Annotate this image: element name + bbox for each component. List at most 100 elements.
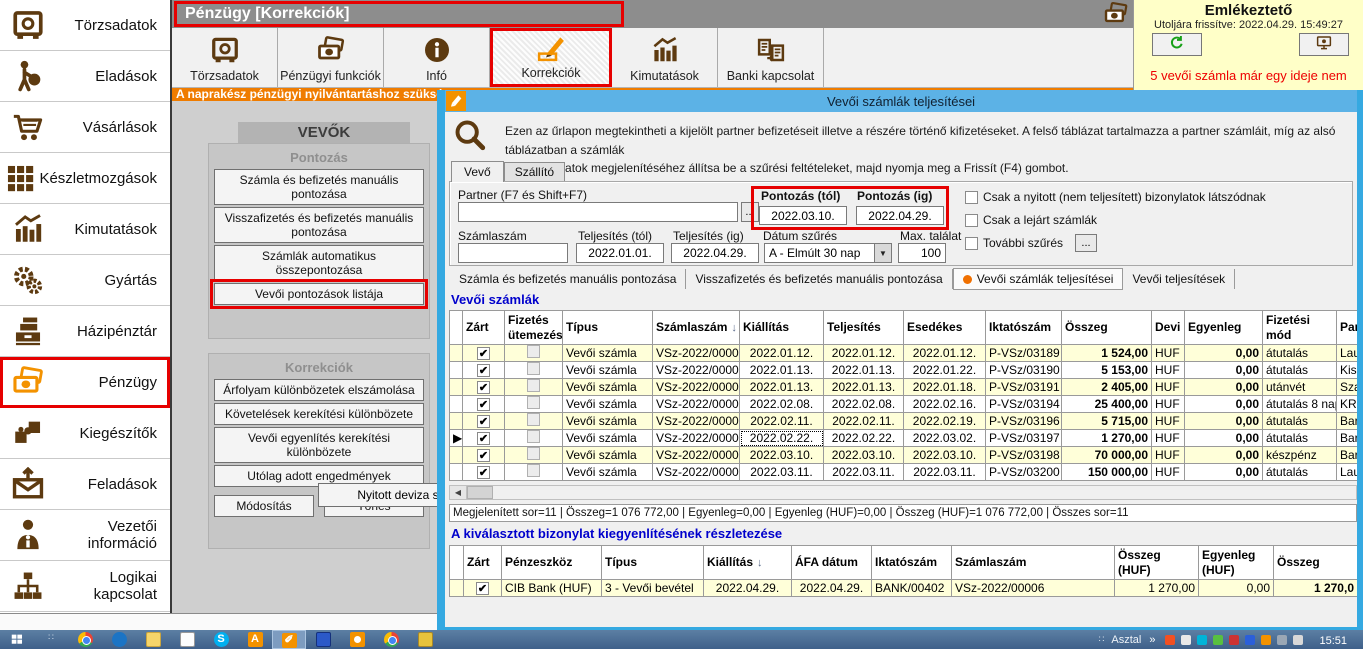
invoice-row[interactable]: ✔Vevői számlaVSz-2022/000042022.02.08.20… bbox=[450, 396, 1358, 413]
table-cell[interactable]: P-VSz/03198 bbox=[986, 447, 1062, 464]
sidebar-item-kieg-sz-t-k[interactable]: Kiegészítők bbox=[0, 408, 170, 459]
table-cell[interactable]: 2022.01.13. bbox=[740, 362, 824, 379]
column-header-fizet-si-m-d[interactable]: Fizetési mód bbox=[1263, 311, 1337, 345]
table-cell[interactable]: 2022.04.29. bbox=[704, 580, 792, 597]
taskbar-app-thunderbird[interactable] bbox=[102, 630, 136, 649]
column-header--fa-d-tum[interactable]: ÁFA dátum bbox=[792, 546, 872, 580]
table-cell[interactable]: 2022.02.11. bbox=[740, 413, 824, 430]
subtab-visszafizet-s-s-befizet-s-manu-lis-ponto[interactable]: Visszafizetés és befizetés manuális pont… bbox=[686, 269, 952, 289]
table-cell[interactable]: 2022.01.18. bbox=[904, 379, 986, 396]
table-cell[interactable]: BANK/00402 bbox=[872, 580, 952, 597]
column-header-par[interactable]: Par bbox=[1337, 311, 1358, 345]
partner-browse-button[interactable]: ... bbox=[741, 202, 759, 222]
table-cell[interactable]: HUF bbox=[1152, 413, 1185, 430]
table-cell[interactable]: átutalás bbox=[1263, 413, 1337, 430]
open-only-checkbox-row[interactable]: Csak a nyitott (nem teljesített) bizonyl… bbox=[965, 190, 1266, 204]
table-cell[interactable]: 25 400,00 bbox=[1062, 396, 1152, 413]
taskbar-app-appa[interactable]: A bbox=[238, 630, 272, 649]
panel-button-vev-i-pontoz-sok-list-ja[interactable]: Vevői pontozások listája bbox=[214, 283, 424, 305]
table-cell[interactable]: Vevői számla bbox=[563, 447, 653, 464]
invoice-row[interactable]: ✔Vevői számlaVSz-2022/000072022.03.10.20… bbox=[450, 447, 1358, 464]
table-cell[interactable]: 2022.01.22. bbox=[904, 362, 986, 379]
sidebar-item-v-s-rl-sok[interactable]: Vásárlások bbox=[0, 102, 170, 153]
table-cell[interactable]: Bart bbox=[1337, 447, 1358, 464]
table-cell[interactable]: P-VSz/03190 bbox=[986, 362, 1062, 379]
column-header-z-rt[interactable]: Zárt bbox=[464, 546, 502, 580]
panel-button-sz-mla-s-befizet-s-manu-lis-pontoz-sa[interactable]: Számla és befizetés manuális pontozása bbox=[214, 169, 424, 205]
table-cell[interactable]: 2022.01.12. bbox=[904, 345, 986, 362]
checked-checkbox[interactable]: ✔ bbox=[477, 347, 490, 360]
table-cell[interactable]: átutalás bbox=[1263, 430, 1337, 447]
taskbar-app-active-pencil[interactable]: ✐ bbox=[272, 630, 306, 649]
cell-checkbox[interactable] bbox=[505, 413, 563, 430]
invoice-row[interactable]: ✔Vevői számlaVSz-2022/000022022.01.13.20… bbox=[450, 362, 1358, 379]
row-selector[interactable] bbox=[450, 379, 463, 396]
table-cell[interactable]: Bart bbox=[1337, 430, 1358, 447]
table-cell[interactable]: HUF bbox=[1152, 430, 1185, 447]
panel-button-sz-ml-k-automatikus-sszepontoz-sa[interactable]: Számlák automatikus összepontozása bbox=[214, 245, 424, 281]
column-header-egyenleg[interactable]: Egyenleg bbox=[1185, 311, 1263, 345]
cell-checkbox[interactable] bbox=[505, 396, 563, 413]
table-cell[interactable]: Vevői számla bbox=[563, 362, 653, 379]
table-cell[interactable]: átutalás bbox=[1263, 345, 1337, 362]
table-cell[interactable]: 2022.04.29. bbox=[792, 580, 872, 597]
taskbar-app-chrome[interactable] bbox=[68, 630, 102, 649]
subtab-vev-i-sz-ml-k-teljes-t-sei[interactable]: Vevői számlák teljesítései bbox=[953, 268, 1124, 290]
scroll-left-arrow-icon[interactable]: ◀ bbox=[450, 486, 467, 499]
cell-checkbox[interactable] bbox=[505, 464, 563, 481]
row-selector[interactable] bbox=[450, 580, 464, 597]
table-cell[interactable]: 0,00 bbox=[1185, 362, 1263, 379]
toolbar-button-korrekci-k[interactable]: Korrekciók bbox=[490, 28, 612, 87]
sidebar-item-k-szletmozg-sok[interactable]: Készletmozgások bbox=[0, 153, 170, 204]
invoice-row[interactable]: ✔Vevői számlaVSz-2022/000082022.03.11.20… bbox=[450, 464, 1358, 481]
checked-checkbox[interactable]: ✔ bbox=[477, 398, 490, 411]
tray-icon[interactable] bbox=[1213, 635, 1223, 645]
table-cell[interactable]: 0,00 bbox=[1185, 464, 1263, 481]
column-header-esed-kes[interactable]: Esedékes bbox=[904, 311, 986, 345]
table-cell[interactable]: átutalás bbox=[1263, 362, 1337, 379]
table-cell[interactable]: P-VSz/03191 bbox=[986, 379, 1062, 396]
table-cell[interactable]: 0,00 bbox=[1185, 447, 1263, 464]
taskbar-app-notepad[interactable] bbox=[170, 630, 204, 649]
row-selector[interactable] bbox=[450, 362, 463, 379]
table-cell[interactable]: P-VSz/03200 bbox=[986, 464, 1062, 481]
table-cell[interactable]: KRO bbox=[1337, 396, 1358, 413]
unchecked-checkbox[interactable] bbox=[527, 447, 540, 460]
pontozas-ig-input[interactable] bbox=[856, 206, 944, 225]
pontozas-tol-input[interactable] bbox=[759, 206, 847, 225]
table-cell[interactable]: 2022.03.10. bbox=[740, 447, 824, 464]
table-cell[interactable]: P-VSz/03189 bbox=[986, 345, 1062, 362]
column-header--sszeg[interactable]: Összeg bbox=[1062, 311, 1152, 345]
cell-checkbox[interactable]: ✔ bbox=[463, 413, 505, 430]
table-cell[interactable]: P-VSz/03194 bbox=[986, 396, 1062, 413]
table-cell[interactable]: VSz-2022/00005 bbox=[653, 413, 740, 430]
column-header-t-pus[interactable]: Típus bbox=[602, 546, 704, 580]
sidebar-item-vezet-i-inform-ci-[interactable]: Vezetői információ bbox=[0, 510, 170, 561]
table-cell[interactable]: Vevői számla bbox=[563, 396, 653, 413]
column-header--sszeg-huf-[interactable]: Összeg (HUF) bbox=[1115, 546, 1199, 580]
checked-checkbox[interactable]: ✔ bbox=[477, 415, 490, 428]
table-cell[interactable]: HUF bbox=[1152, 464, 1185, 481]
row-selector[interactable]: ▶ bbox=[450, 430, 463, 447]
table-cell[interactable]: Bart bbox=[1337, 413, 1358, 430]
table-cell[interactable]: HUF bbox=[1152, 379, 1185, 396]
subtab-vev-i-teljes-t-sek[interactable]: Vevői teljesítések bbox=[1123, 269, 1235, 289]
table-cell[interactable]: 2022.02.16. bbox=[904, 396, 986, 413]
table-cell[interactable]: 0,00 bbox=[1199, 580, 1274, 597]
table-cell[interactable]: 2022.02.08. bbox=[824, 396, 904, 413]
table-cell[interactable]: 2022.02.19. bbox=[904, 413, 986, 430]
subtab-sz-mla-s-befizet-s-manu-lis-pontoz-sa[interactable]: Számla és befizetés manuális pontozása bbox=[450, 269, 686, 289]
table-cell[interactable]: Lau bbox=[1337, 464, 1358, 481]
column-header-p-nzeszk-z[interactable]: Pénzeszköz bbox=[502, 546, 602, 580]
taskbar-app-puzzle[interactable] bbox=[408, 630, 442, 649]
taskbar-app-shot[interactable] bbox=[340, 630, 374, 649]
table-cell[interactable]: VSz-2022/00008 bbox=[653, 464, 740, 481]
horizontal-scrollbar[interactable]: ◀ bbox=[449, 485, 1357, 500]
table-cell[interactable]: 150 000,00 bbox=[1062, 464, 1152, 481]
more-filter-checkbox[interactable] bbox=[965, 237, 978, 250]
tray-icon[interactable] bbox=[1165, 635, 1175, 645]
teljesites-ig-input[interactable] bbox=[671, 243, 759, 263]
checked-checkbox[interactable]: ✔ bbox=[477, 364, 490, 377]
cell-checkbox[interactable]: ✔ bbox=[463, 379, 505, 396]
checked-checkbox[interactable]: ✔ bbox=[477, 432, 490, 445]
